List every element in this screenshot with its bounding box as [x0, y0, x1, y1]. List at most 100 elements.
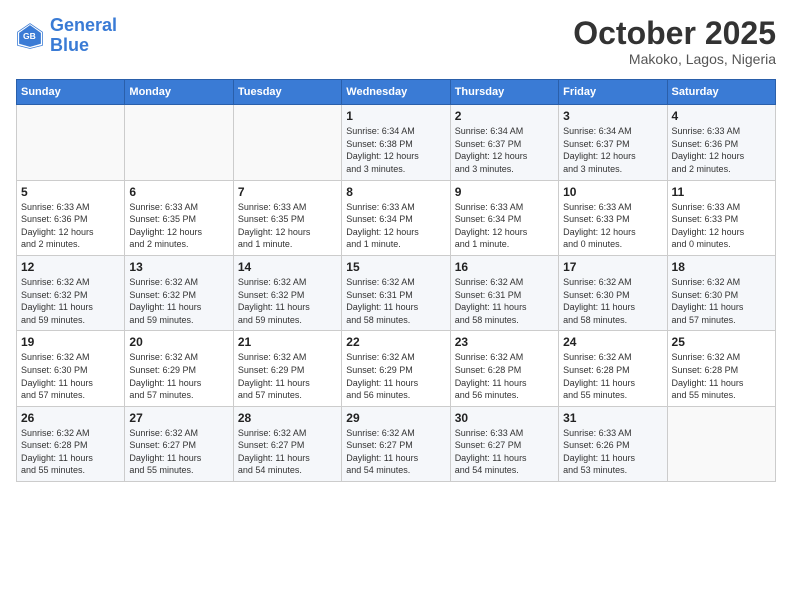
calendar-cell: 22 Sunrise: 6:32 AM Sunset: 6:29 PM Dayli…: [342, 331, 450, 406]
day-info: Sunrise: 6:34 AM Sunset: 6:37 PM Dayligh…: [563, 125, 662, 175]
calendar-cell: 9 Sunrise: 6:33 AM Sunset: 6:34 PM Daylig…: [450, 180, 558, 255]
day-info: Sunrise: 6:32 AM Sunset: 6:29 PM Dayligh…: [129, 351, 228, 401]
day-number: 22: [346, 335, 445, 349]
calendar-week-2: 5Sunrise: 6:33 AM Sunset: 6:36 PM Daylig…: [17, 180, 776, 255]
day-number: 2: [455, 109, 554, 123]
day-number: 27: [129, 411, 228, 425]
calendar-cell: 26 Sunrise: 6:32 AM Sunset: 6:28 PM Dayli…: [17, 406, 125, 481]
day-number: 13: [129, 260, 228, 274]
day-number: 12: [21, 260, 120, 274]
calendar-cell: 23 Sunrise: 6:32 AM Sunset: 6:28 PM Dayli…: [450, 331, 558, 406]
calendar-cell: 16Sunrise: 6:32 AM Sunset: 6:31 PM Dayli…: [450, 255, 558, 330]
day-info: Sunrise: 6:33 AM Sunset: 6:35 PM Dayligh…: [129, 201, 228, 251]
calendar-cell: 2Sunrise: 6:34 AM Sunset: 6:37 PM Daylig…: [450, 105, 558, 180]
header-tuesday: Tuesday: [233, 80, 341, 105]
day-number: 3: [563, 109, 662, 123]
header-wednesday: Wednesday: [342, 80, 450, 105]
day-info: Sunrise: 6:33 AM Sunset: 6:34 PM Dayligh…: [346, 201, 445, 251]
logo-text: General Blue: [50, 16, 117, 56]
title-area: October 2025 Makoko, Lagos, Nigeria: [573, 16, 776, 67]
calendar-cell: 24 Sunrise: 6:32 AM Sunset: 6:28 PM Dayli…: [559, 331, 667, 406]
calendar-week-5: 26 Sunrise: 6:32 AM Sunset: 6:28 PM Dayli…: [17, 406, 776, 481]
day-info: Sunrise: 6:32 AM Sunset: 6:30 PM Dayligh…: [672, 276, 771, 326]
day-number: 8: [346, 185, 445, 199]
calendar-body: 1 Sunrise: 6:34 AM Sunset: 6:38 PM Daylig…: [17, 105, 776, 482]
day-info: Sunrise: 6:32 AM Sunset: 6:29 PM Dayligh…: [346, 351, 445, 401]
day-info: Sunrise: 6:32 AM Sunset: 6:32 PM Dayligh…: [238, 276, 337, 326]
day-number: 21: [238, 335, 337, 349]
calendar-cell: 7Sunrise: 6:33 AM Sunset: 6:35 PM Daylig…: [233, 180, 341, 255]
day-number: 9: [455, 185, 554, 199]
calendar-cell: 4 Sunrise: 6:33 AM Sunset: 6:36 PM Daylig…: [667, 105, 775, 180]
day-info: Sunrise: 6:33 AM Sunset: 6:33 PM Dayligh…: [563, 201, 662, 251]
day-info: Sunrise: 6:32 AM Sunset: 6:29 PM Dayligh…: [238, 351, 337, 401]
day-info: Sunrise: 6:32 AM Sunset: 6:28 PM Dayligh…: [563, 351, 662, 401]
day-info: Sunrise: 6:32 AM Sunset: 6:32 PM Dayligh…: [129, 276, 228, 326]
month-title: October 2025: [573, 16, 776, 51]
day-info: Sunrise: 6:32 AM Sunset: 6:30 PM Dayligh…: [21, 351, 120, 401]
day-info: Sunrise: 6:32 AM Sunset: 6:27 PM Dayligh…: [346, 427, 445, 477]
day-number: 20: [129, 335, 228, 349]
day-info: Sunrise: 6:34 AM Sunset: 6:38 PM Dayligh…: [346, 125, 445, 175]
day-number: 10: [563, 185, 662, 199]
calendar-cell: 29 Sunrise: 6:32 AM Sunset: 6:27 PM Dayli…: [342, 406, 450, 481]
location-subtitle: Makoko, Lagos, Nigeria: [573, 51, 776, 67]
day-number: 18: [672, 260, 771, 274]
calendar-table: SundayMondayTuesdayWednesdayThursdayFrid…: [16, 79, 776, 482]
day-info: Sunrise: 6:33 AM Sunset: 6:36 PM Dayligh…: [672, 125, 771, 175]
day-info: Sunrise: 6:32 AM Sunset: 6:30 PM Dayligh…: [563, 276, 662, 326]
calendar-cell: [125, 105, 233, 180]
calendar-cell: 13 Sunrise: 6:32 AM Sunset: 6:32 PM Dayli…: [125, 255, 233, 330]
svg-text:GB: GB: [23, 31, 36, 41]
day-info: Sunrise: 6:32 AM Sunset: 6:28 PM Dayligh…: [455, 351, 554, 401]
day-number: 26: [21, 411, 120, 425]
calendar-cell: 27Sunrise: 6:32 AM Sunset: 6:27 PM Dayli…: [125, 406, 233, 481]
day-number: 16: [455, 260, 554, 274]
logo-line1: General: [50, 15, 117, 35]
calendar-cell: 17 Sunrise: 6:32 AM Sunset: 6:30 PM Dayli…: [559, 255, 667, 330]
day-info: Sunrise: 6:32 AM Sunset: 6:32 PM Dayligh…: [21, 276, 120, 326]
calendar-cell: 11 Sunrise: 6:33 AM Sunset: 6:33 PM Dayli…: [667, 180, 775, 255]
day-number: 15: [346, 260, 445, 274]
day-info: Sunrise: 6:33 AM Sunset: 6:27 PM Dayligh…: [455, 427, 554, 477]
calendar-cell: 31 Sunrise: 6:33 AM Sunset: 6:26 PM Dayli…: [559, 406, 667, 481]
calendar-cell: 14 Sunrise: 6:32 AM Sunset: 6:32 PM Dayli…: [233, 255, 341, 330]
logo-line2: Blue: [50, 35, 89, 55]
header-sunday: Sunday: [17, 80, 125, 105]
day-info: Sunrise: 6:33 AM Sunset: 6:34 PM Dayligh…: [455, 201, 554, 251]
header-thursday: Thursday: [450, 80, 558, 105]
calendar-cell: 5Sunrise: 6:33 AM Sunset: 6:36 PM Daylig…: [17, 180, 125, 255]
calendar-cell: 6 Sunrise: 6:33 AM Sunset: 6:35 PM Daylig…: [125, 180, 233, 255]
day-number: 29: [346, 411, 445, 425]
header-monday: Monday: [125, 80, 233, 105]
day-number: 1: [346, 109, 445, 123]
day-number: 31: [563, 411, 662, 425]
calendar-cell: 21 Sunrise: 6:32 AM Sunset: 6:29 PM Dayli…: [233, 331, 341, 406]
day-info: Sunrise: 6:32 AM Sunset: 6:28 PM Dayligh…: [21, 427, 120, 477]
calendar-cell: 25Sunrise: 6:32 AM Sunset: 6:28 PM Dayli…: [667, 331, 775, 406]
day-info: Sunrise: 6:33 AM Sunset: 6:33 PM Dayligh…: [672, 201, 771, 251]
day-info: Sunrise: 6:32 AM Sunset: 6:28 PM Dayligh…: [672, 351, 771, 401]
day-number: 6: [129, 185, 228, 199]
calendar-week-3: 12 Sunrise: 6:32 AM Sunset: 6:32 PM Dayli…: [17, 255, 776, 330]
day-number: 24: [563, 335, 662, 349]
logo: GB General Blue: [16, 16, 117, 56]
calendar-cell: [667, 406, 775, 481]
day-number: 23: [455, 335, 554, 349]
day-number: 14: [238, 260, 337, 274]
day-info: Sunrise: 6:33 AM Sunset: 6:26 PM Dayligh…: [563, 427, 662, 477]
day-info: Sunrise: 6:33 AM Sunset: 6:36 PM Dayligh…: [21, 201, 120, 251]
day-info: Sunrise: 6:32 AM Sunset: 6:27 PM Dayligh…: [238, 427, 337, 477]
day-number: 11: [672, 185, 771, 199]
calendar-cell: [17, 105, 125, 180]
header-friday: Friday: [559, 80, 667, 105]
calendar-week-1: 1 Sunrise: 6:34 AM Sunset: 6:38 PM Daylig…: [17, 105, 776, 180]
calendar-cell: 12 Sunrise: 6:32 AM Sunset: 6:32 PM Dayli…: [17, 255, 125, 330]
calendar-cell: 1 Sunrise: 6:34 AM Sunset: 6:38 PM Daylig…: [342, 105, 450, 180]
day-number: 4: [672, 109, 771, 123]
calendar-cell: [233, 105, 341, 180]
day-number: 7: [238, 185, 337, 199]
calendar-cell: 30Sunrise: 6:33 AM Sunset: 6:27 PM Dayli…: [450, 406, 558, 481]
day-number: 17: [563, 260, 662, 274]
calendar-cell: 8 Sunrise: 6:33 AM Sunset: 6:34 PM Daylig…: [342, 180, 450, 255]
